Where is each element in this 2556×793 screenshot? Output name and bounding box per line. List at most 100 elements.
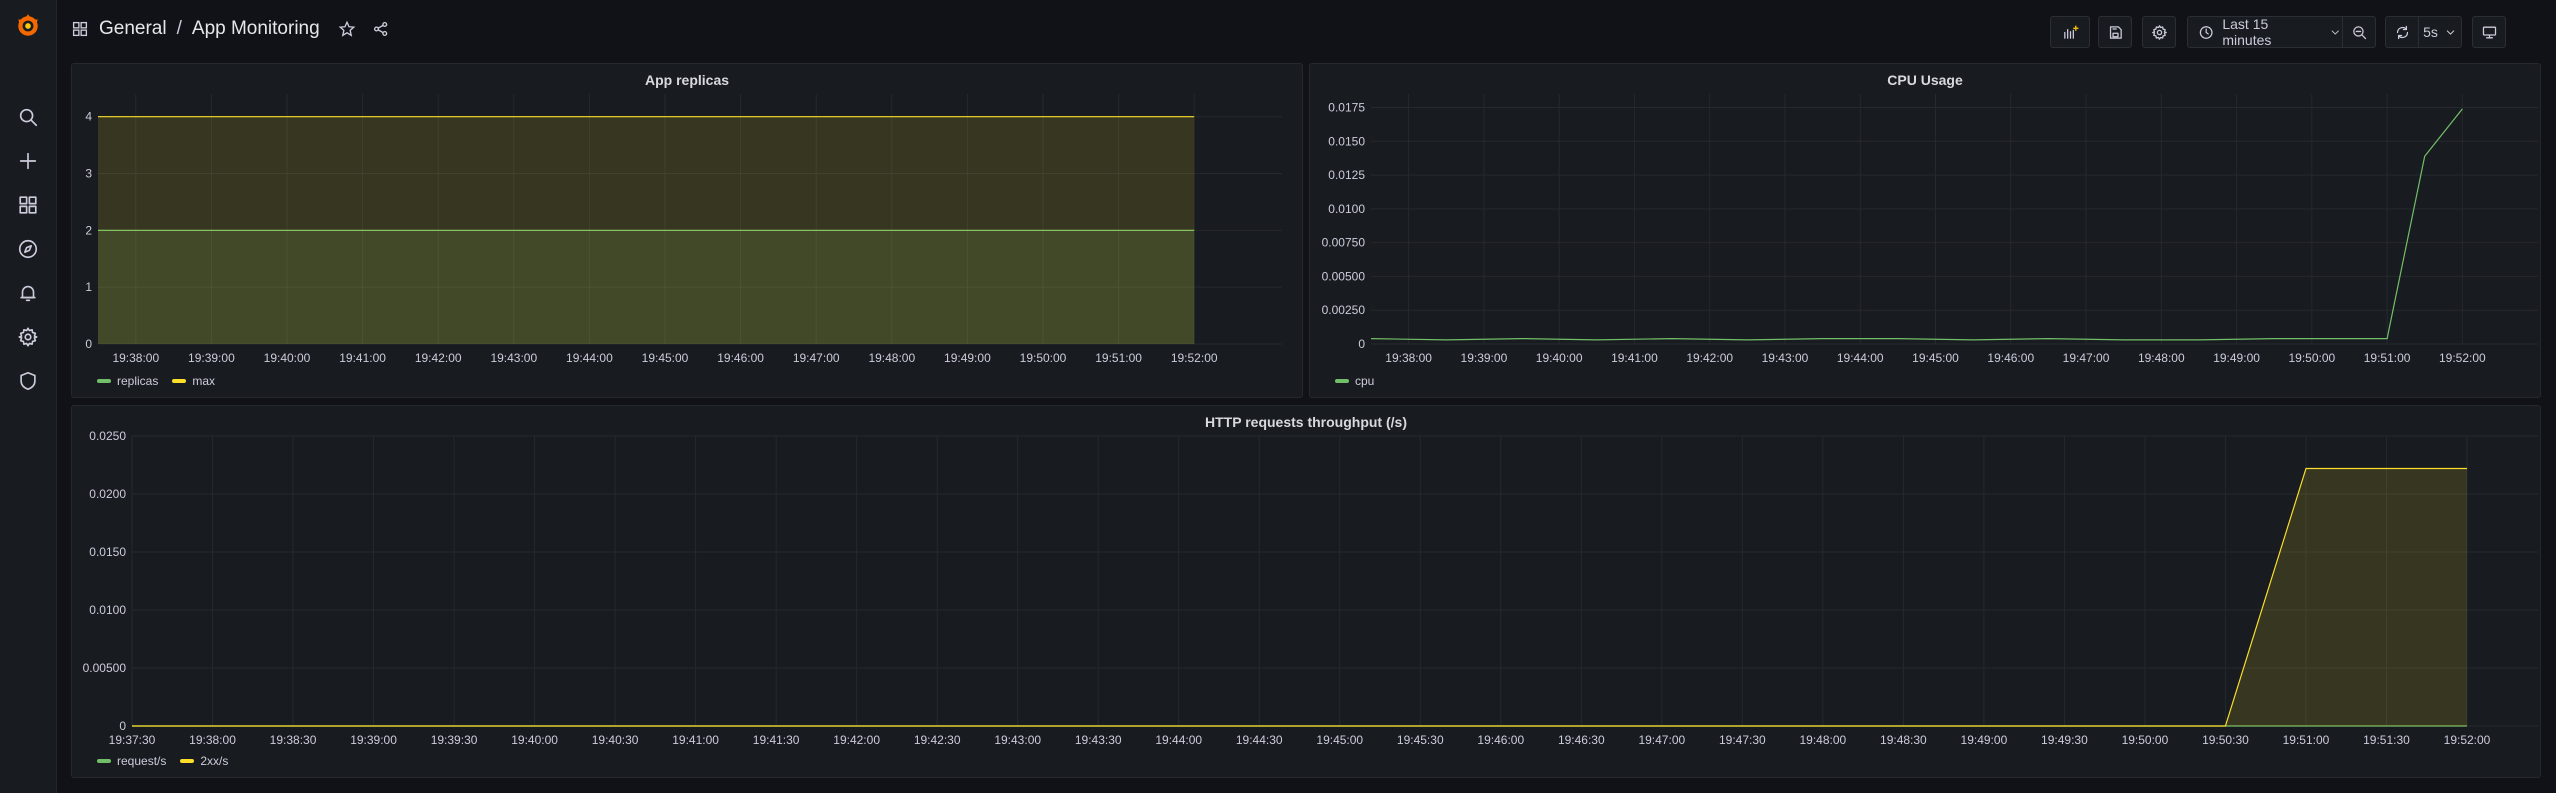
x-tick-label: 19:40:30 <box>592 733 639 747</box>
x-tick-label: 19:50:00 <box>2122 733 2169 747</box>
tv-mode-button[interactable] <box>2472 16 2506 48</box>
http-throughput-chart[interactable]: 0 0.00500 0.0100 0.0150 0.0200 0.0250 19:37:30… <box>72 406 2542 779</box>
breadcrumb-separator: / <box>176 18 182 39</box>
sidebar <box>0 0 57 793</box>
breadcrumb-dashboard-title[interactable]: App Monitoring <box>192 18 320 40</box>
share-icon[interactable] <box>372 20 390 38</box>
app-replicas-chart[interactable]: 0 1 2 3 4 19:38:00 19:39:00 19:40:00 19:41:00 19:… <box>72 64 1304 399</box>
legend-swatch <box>97 759 111 763</box>
legend-item-request-s[interactable]: request/s <box>97 754 166 768</box>
x-tick-label: 19:52:00 <box>2444 733 2491 747</box>
zoom-out-icon <box>2352 25 2366 39</box>
cog-icon <box>2151 24 2167 40</box>
y-tick-label: 0.0100 <box>1328 202 1365 216</box>
x-tick-label: 19:44:00 <box>1155 733 1202 747</box>
y-tick-label: 3 <box>85 167 92 181</box>
x-tick-label: 19:47:00 <box>793 351 840 365</box>
x-tick-label: 19:47:00 <box>1638 733 1685 747</box>
x-tick-label: 19:38:00 <box>112 351 159 365</box>
star-icon[interactable] <box>338 20 356 38</box>
search-icon[interactable] <box>14 103 42 131</box>
y-tick-label: 0.0175 <box>1328 101 1365 115</box>
x-tick-label: 19:41:00 <box>672 733 719 747</box>
y-tick-label: 0 <box>119 719 126 733</box>
y-tick-label: 1 <box>85 280 92 294</box>
refresh-button[interactable] <box>2385 16 2419 48</box>
series-area-max <box>98 116 1195 344</box>
x-tick-label: 19:49:00 <box>1961 733 2008 747</box>
series-line-2xxs <box>132 467 2467 727</box>
grafana-logo-icon[interactable] <box>14 12 42 40</box>
legend-label: max <box>192 374 216 388</box>
x-tick-label: 19:49:00 <box>2213 351 2260 365</box>
x-tick-label: 19:39:30 <box>431 733 478 747</box>
x-tick-label: 19:50:30 <box>2202 733 2249 747</box>
y-tick-label: 4 <box>85 110 92 124</box>
x-tick-label: 19:46:30 <box>1558 733 1605 747</box>
x-tick-label: 19:50:00 <box>2288 351 2335 365</box>
y-tick-label: 2 <box>85 223 92 237</box>
breadcrumb: General / App Monitoring <box>71 18 390 40</box>
x-tick-label: 19:39:00 <box>1461 351 1508 365</box>
dashboard-settings-button[interactable] <box>2142 16 2176 48</box>
x-tick-label: 19:44:00 <box>566 351 613 365</box>
legend-item-max[interactable]: max <box>172 374 215 388</box>
x-tick-label: 19:49:30 <box>2041 733 2088 747</box>
server-admin-icon[interactable] <box>14 367 42 395</box>
legend-swatch <box>180 759 195 763</box>
configuration-icon[interactable] <box>14 323 42 351</box>
x-tick-label: 19:39:00 <box>350 733 397 747</box>
legend-label: 2xx/s <box>200 754 229 768</box>
explore-icon[interactable] <box>14 235 42 263</box>
panel-http-throughput[interactable]: HTTP requests throughput (/s) 0 0.00500 0.… <box>71 405 2541 778</box>
legend-item-cpu[interactable]: cpu <box>1335 374 1374 388</box>
x-tick-label: 19:45:00 <box>1912 351 1959 365</box>
y-tick-label: 0.00750 <box>1322 236 1366 250</box>
x-tick-label: 19:48:00 <box>868 351 915 365</box>
x-tick-label: 19:44:00 <box>1837 351 1884 365</box>
x-tick-label: 19:43:30 <box>1075 733 1122 747</box>
panel-app-replicas[interactable]: App replicas 0 1 2 3 4 19:38:00 19:39:00 19:40:… <box>71 63 1303 398</box>
legend-item-replicas[interactable]: replicas <box>97 374 158 388</box>
create-icon[interactable] <box>14 147 42 175</box>
y-tick-label: 0 <box>1358 337 1365 351</box>
x-tick-label: 19:51:00 <box>1095 351 1142 365</box>
x-tick-label: 19:41:00 <box>1611 351 1658 365</box>
save-dashboard-button[interactable] <box>2098 16 2132 48</box>
cpu-usage-chart[interactable]: 0 0.00250 0.00500 0.00750 0.0100 0.0125 0.0150… <box>1310 64 2542 399</box>
y-tick-label: 0.0150 <box>89 545 126 559</box>
panel-cpu-usage[interactable]: CPU Usage 0 0.00250 0.00500 0.00750 0.0100 0.… <box>1309 63 2541 398</box>
zoom-out-button[interactable] <box>2342 16 2376 48</box>
y-tick-label: 0.00250 <box>1322 303 1366 317</box>
legend: request/s 2xx/s <box>97 754 228 768</box>
legend-swatch <box>97 379 111 383</box>
legend-item-2xx-s[interactable]: 2xx/s <box>180 754 228 768</box>
time-picker-button[interactable]: Last 15 minutes <box>2187 16 2343 48</box>
series-line-cpu <box>1370 108 2463 341</box>
x-tick-label: 19:38:00 <box>1385 351 1432 365</box>
x-tick-label: 19:42:00 <box>833 733 880 747</box>
chevron-down-icon <box>2332 29 2340 35</box>
x-tick-label: 19:38:30 <box>270 733 317 747</box>
legend-label: request/s <box>117 754 167 768</box>
dashboards-icon[interactable] <box>14 191 42 219</box>
add-panel-button[interactable] <box>2050 16 2090 48</box>
clock-icon <box>2199 25 2213 39</box>
x-tick-label: 19:38:00 <box>189 733 236 747</box>
x-tick-label: 19:48:00 <box>2138 351 2185 365</box>
x-tick-label: 19:46:00 <box>1987 351 2034 365</box>
x-tick-label: 19:47:30 <box>1719 733 1766 747</box>
x-tick-label: 19:51:00 <box>2364 351 2411 365</box>
x-tick-label: 19:46:00 <box>717 351 764 365</box>
y-tick-label: 0.0150 <box>1328 134 1365 148</box>
y-tick-label: 0.0125 <box>1328 168 1365 182</box>
refresh-interval-picker[interactable]: 5s <box>2418 16 2462 48</box>
breadcrumb-folder[interactable]: General <box>99 18 167 40</box>
x-tick-label: 19:49:00 <box>944 351 991 365</box>
x-tick-label: 19:45:00 <box>642 351 689 365</box>
x-tick-label: 19:52:00 <box>1171 351 1218 365</box>
x-tick-label: 19:45:30 <box>1397 733 1444 747</box>
alerting-icon[interactable] <box>14 279 42 307</box>
x-tick-label: 19:46:00 <box>1477 733 1524 747</box>
refresh-interval-label: 5s <box>2423 24 2438 40</box>
